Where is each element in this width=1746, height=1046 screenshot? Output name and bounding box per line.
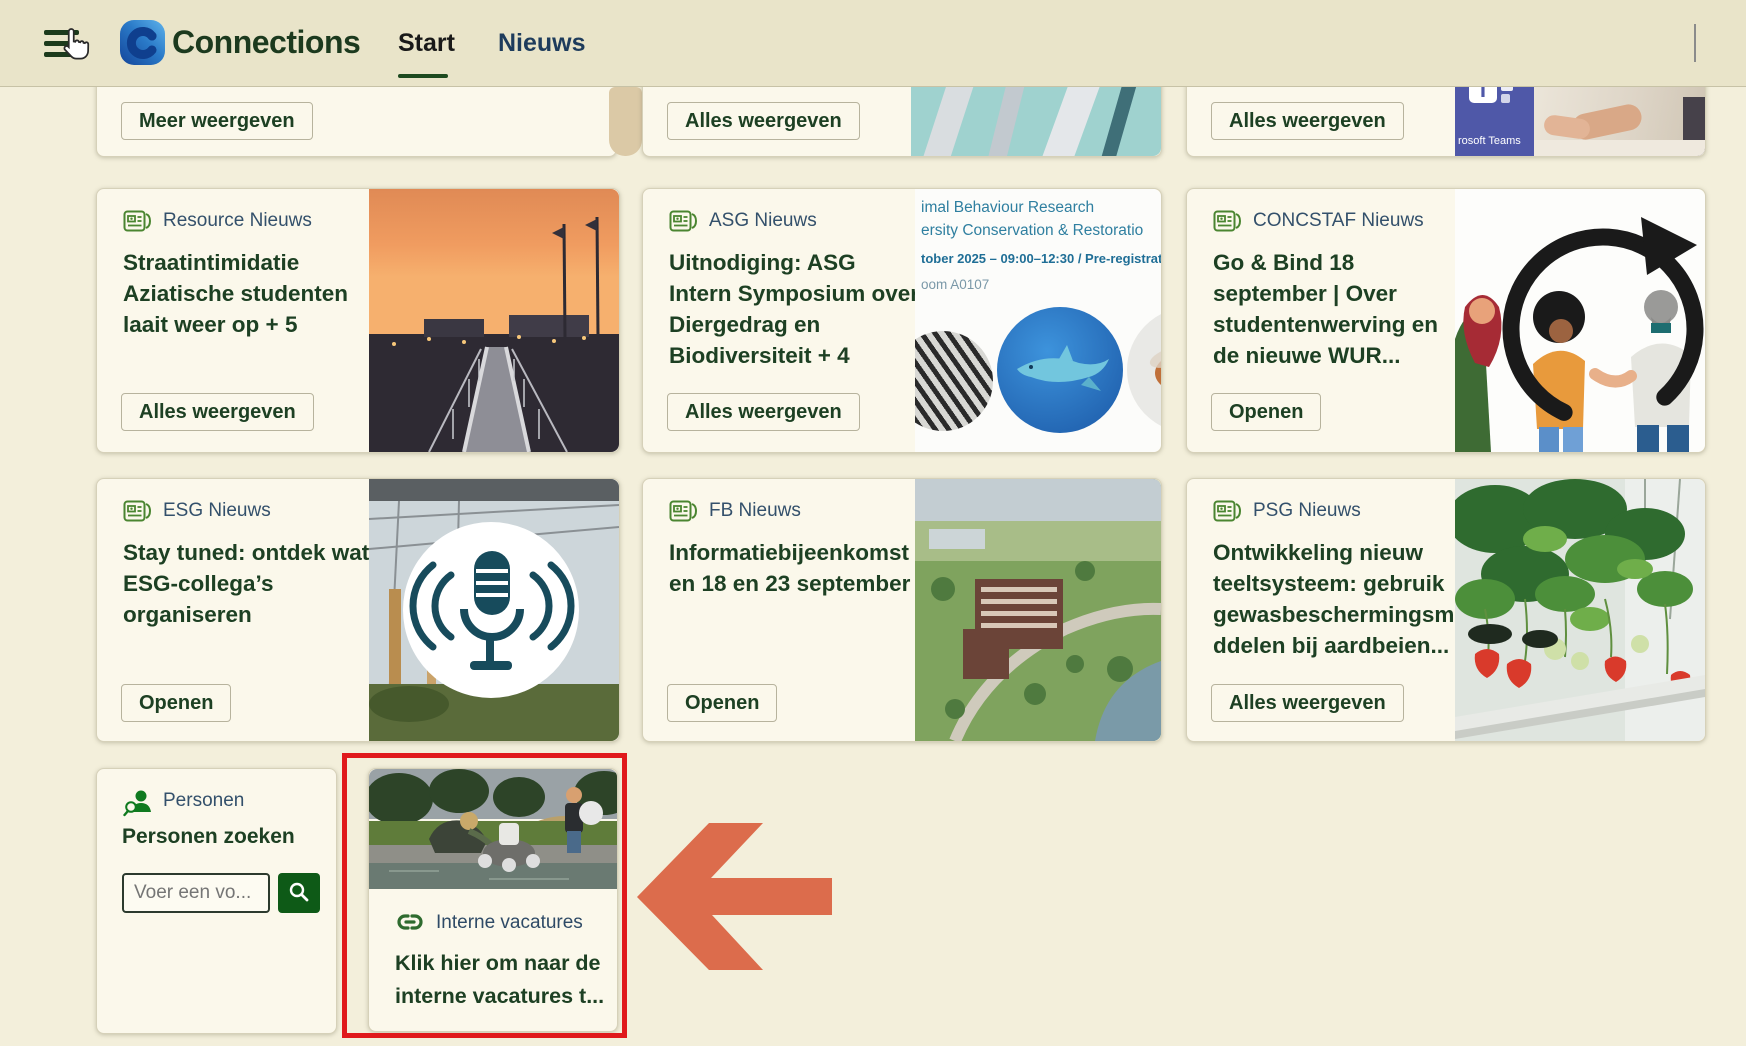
field-research-image <box>369 769 617 889</box>
people-search-button[interactable] <box>278 873 320 913</box>
sunset-bridge-image <box>369 189 619 452</box>
app-title: Connections <box>172 24 360 61</box>
campus-aerial-image <box>915 479 1161 741</box>
caret-divider <box>1694 24 1696 62</box>
link-row: Interne vacatures <box>396 909 424 942</box>
alles-weergeven-button[interactable]: Alles weergeven <box>1211 684 1404 722</box>
people-search-input[interactable] <box>122 873 270 913</box>
newspaper-icon <box>123 208 151 235</box>
news-title: Informatiebijeenkomst en 18 en 23 septem… <box>669 537 910 599</box>
news-title: Stay tuned: ontdek wat ESG-collega’s org… <box>123 537 369 630</box>
newspaper-icon <box>669 498 697 525</box>
alles-weergeven-button[interactable]: Alles weergeven <box>667 102 860 140</box>
connections-dashboard: Meer weergeven Alles weergeven Alles wee… <box>0 0 1746 1046</box>
tab-nieuws[interactable]: Nieuws <box>498 29 586 58</box>
source-label: PSG Nieuws <box>1253 500 1361 522</box>
card-psg-nieuws: PSG Nieuws Ontwikkeling nieuw teeltsyste… <box>1186 478 1706 742</box>
alles-weergeven-button[interactable]: Alles weergeven <box>667 393 860 431</box>
link-description: Klik hier om naar de interne vacatures t… <box>395 947 604 1013</box>
card-concstaf-nieuws: CONCSTAF Nieuws Go & Bind 18 september |… <box>1186 188 1706 453</box>
source-label: Resource Nieuws <box>163 210 312 232</box>
teams-caption: rosoft Teams <box>1458 135 1534 147</box>
newspaper-icon <box>1213 498 1241 525</box>
source-label: ESG Nieuws <box>163 500 271 522</box>
openen-button[interactable]: Openen <box>121 684 231 722</box>
highlight-arrow <box>637 822 833 971</box>
person-search-icon <box>123 788 153 818</box>
people-search-heading: Personen zoeken <box>122 825 295 849</box>
magnifier-icon <box>287 880 311 904</box>
cropped-image-fragment <box>609 87 642 156</box>
zebra-photo-circle <box>915 331 993 431</box>
news-title: Uitnodiging: ASG Intern Symposium over D… <box>669 247 919 371</box>
newspaper-icon <box>669 208 697 235</box>
source-label: FB Nieuws <box>709 500 801 522</box>
top-bar: Connections Start Nieuws <box>0 0 1746 87</box>
openen-button[interactable]: Openen <box>667 684 777 722</box>
source-label: CONCSTAF Nieuws <box>1253 210 1424 232</box>
source-label: Personen <box>163 790 244 812</box>
openen-button[interactable]: Openen <box>1211 393 1321 431</box>
news-title: Straatintimidatie Aziatische studenten l… <box>123 247 348 340</box>
card-esg-nieuws: ESG Nieuws Stay tuned: ontdek wat ESG-co… <box>96 478 620 742</box>
source-label: ASG Nieuws <box>709 210 817 232</box>
fruitfly-photo-circle <box>1127 307 1161 433</box>
card-personen: Personen Personen zoeken <box>96 768 337 1034</box>
alles-weergeven-button[interactable]: Alles weergeven <box>1211 102 1404 140</box>
link-label: Interne vacatures <box>436 912 583 934</box>
podcast-mic-image <box>369 479 619 741</box>
card-interne-vacatures[interactable]: Interne vacatures Klik hier om naar de i… <box>368 768 618 1032</box>
strawberries-image <box>1455 479 1705 741</box>
connections-logo <box>119 19 166 66</box>
card-asg-nieuws: ASG Nieuws Uitnodiging: ASG Intern Sympo… <box>642 188 1162 453</box>
card-fb-nieuws: FB Nieuws Informatiebijeenkomst en 18 en… <box>642 478 1162 742</box>
news-title: Ontwikkeling nieuw teeltsysteem: gebruik… <box>1213 537 1461 661</box>
mouse-cursor-icon <box>60 26 90 62</box>
shark-photo-circle <box>997 307 1123 433</box>
go-and-bind-illustration <box>1455 189 1705 452</box>
link-icon <box>396 909 424 937</box>
newspaper-icon <box>123 498 151 525</box>
card-resource-nieuws: Resource Nieuws Straatintimidatie Aziati… <box>96 188 620 453</box>
active-tab-underline <box>398 74 448 78</box>
meer-weergeven-button[interactable]: Meer weergeven <box>121 102 313 140</box>
symposium-poster-image: imal Behaviour Research ersity Conservat… <box>915 189 1161 452</box>
alles-weergeven-button[interactable]: Alles weergeven <box>121 393 314 431</box>
newspaper-icon <box>1213 208 1241 235</box>
tab-start[interactable]: Start <box>398 29 455 58</box>
news-title: Go & Bind 18 september | Over studentenw… <box>1213 247 1438 371</box>
